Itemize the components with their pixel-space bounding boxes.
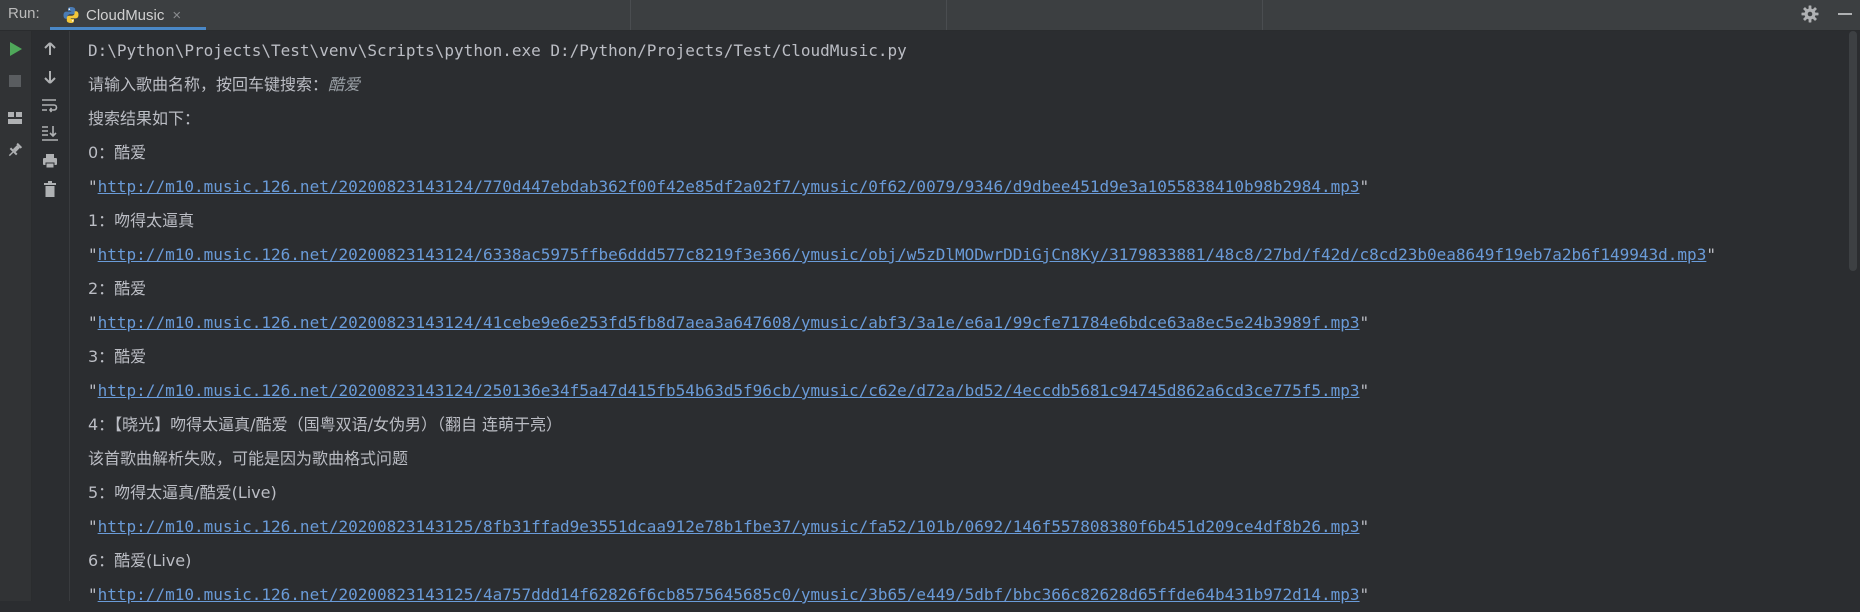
trash-icon[interactable] [37,176,63,202]
result-title: 3：酷爱 [88,347,147,366]
pin-icon[interactable] [2,137,28,163]
arrow-up-icon[interactable] [37,36,63,62]
stop-icon[interactable] [2,68,28,94]
results-header: 搜索结果如下： [88,109,201,128]
print-icon[interactable] [37,148,63,174]
result-url-link[interactable]: http://m10.music.126.net/20200823143125/… [98,517,1360,536]
result-url-line: "http://m10.music.126.net/20200823143125… [88,517,1370,536]
arrow-down-icon[interactable] [37,64,63,90]
tab-cloudmusic[interactable]: CloudMusic × [50,0,206,30]
header-divider [630,0,631,30]
result-title: 5：吻得太逼真/酷爱(Live) [88,483,277,502]
result-url-link[interactable]: http://m10.music.126.net/20200823143124/… [98,245,1707,264]
run-label: Run: [8,5,40,22]
vertical-scrollbar[interactable] [1846,31,1860,601]
result-title: 2：酷爱 [88,279,147,298]
run-toolbar-secondary [32,31,70,601]
scroll-to-end-icon[interactable] [37,120,63,146]
soft-wrap-icon[interactable] [37,92,63,118]
result-title: 1：吻得太逼真 [88,211,195,230]
result-url-link[interactable]: http://m10.music.126.net/20200823143125/… [98,585,1360,604]
result-title: 4：【晓光】吻得太逼真/酷爱（国粤双语/女伪男）（翻自 连萌于亮） [88,415,563,434]
active-tab-indicator [50,27,206,30]
result-url-line: "http://m10.music.126.net/20200823143124… [88,313,1370,332]
header-divider [1262,0,1263,30]
result-url-line: "http://m10.music.126.net/20200823143124… [88,245,1716,264]
result-url-link[interactable]: http://m10.music.126.net/20200823143124/… [98,381,1360,400]
python-icon [63,7,79,23]
result-url-line: "http://m10.music.126.net/20200823143124… [88,177,1370,196]
play-icon[interactable] [2,36,28,62]
result-url-link[interactable]: http://m10.music.126.net/20200823143124/… [98,313,1360,332]
run-tool-window-header: Run: CloudMusic × [0,0,1860,31]
parse-error-message: 该首歌曲解析失败，可能是因为歌曲格式问题 [88,449,409,468]
close-icon[interactable]: × [172,7,181,24]
result-url-line: "http://m10.music.126.net/20200823143124… [88,381,1370,400]
prompt-text: 请输入歌曲名称，按回车键搜索： [88,75,329,94]
input-prompt-line: 请输入歌曲名称，按回车键搜索：酷爱 [88,68,1830,102]
header-divider [946,0,947,30]
tab-title: CloudMusic [86,6,165,24]
result-title: 6：酷爱(Live) [88,551,192,570]
result-url-line: "http://m10.music.126.net/20200823143125… [88,585,1370,604]
scrollbar-thumb[interactable] [1849,31,1857,271]
gear-icon[interactable] [1800,4,1820,24]
layout-icon[interactable] [2,105,28,131]
minimize-icon[interactable] [1838,13,1852,15]
run-toolbar-primary [0,31,32,601]
result-title: 0：酷爱 [88,143,147,162]
command-line: D:\Python\Projects\Test\venv\Scripts\pyt… [88,41,907,60]
console-output[interactable]: D:\Python\Projects\Test\venv\Scripts\pyt… [88,34,1830,612]
result-url-link[interactable]: http://m10.music.126.net/20200823143124/… [98,177,1360,196]
user-input-echo: 酷爱 [328,75,361,94]
